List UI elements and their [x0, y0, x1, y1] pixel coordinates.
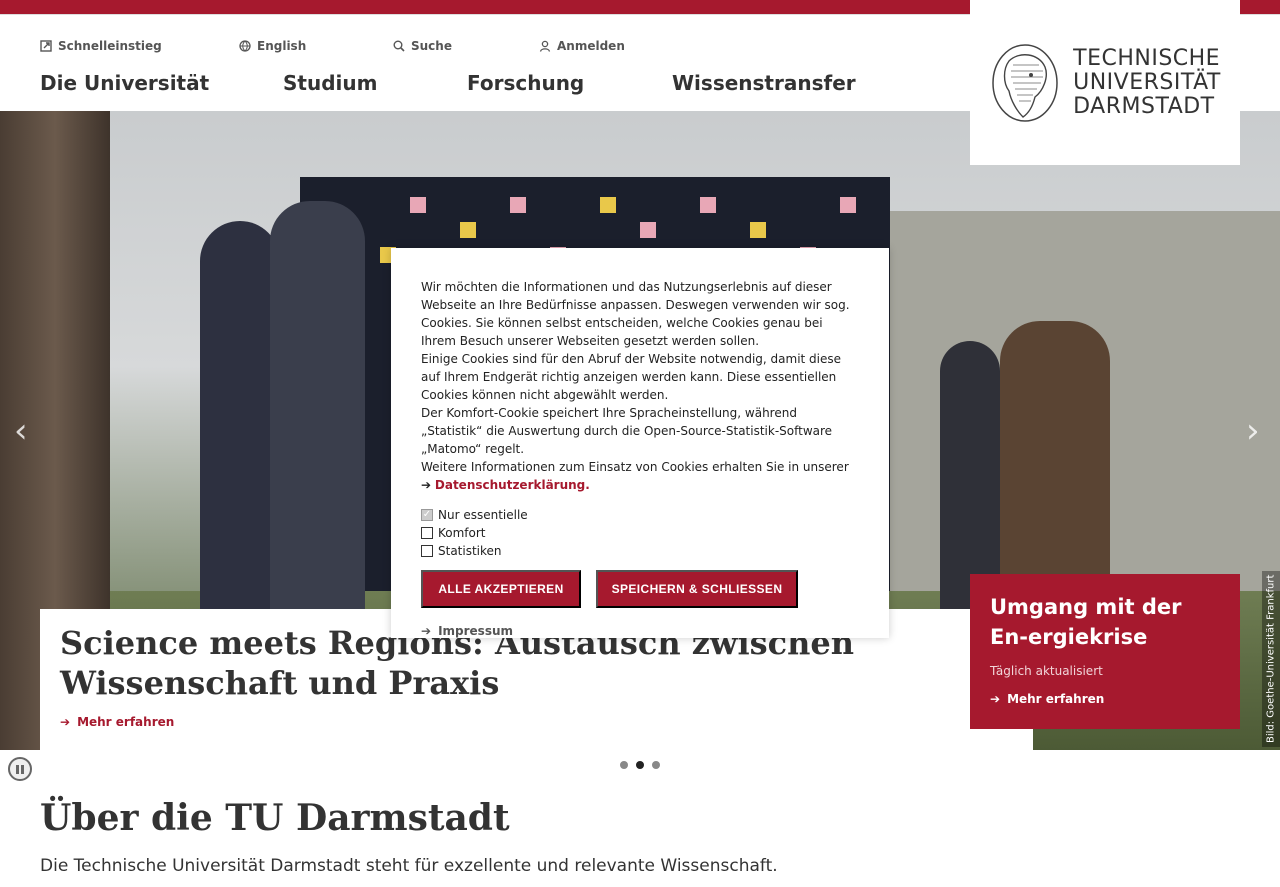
arrow-right-icon: ➔ — [990, 692, 1001, 706]
slide-more-link[interactable]: ➔ Mehr erfahren — [60, 715, 1013, 729]
search-link[interactable]: Suche — [393, 39, 452, 53]
top-accent-bar — [0, 0, 970, 14]
slider-dot[interactable] — [620, 761, 628, 769]
logo-line: DARMSTADT — [1073, 93, 1215, 119]
external-link-icon — [40, 40, 52, 52]
checkbox-essential: ✓ — [421, 509, 433, 521]
cookie-text: Wir möchten die Informationen und das Nu… — [421, 278, 859, 494]
globe-icon — [239, 40, 251, 52]
hero-image-person — [200, 221, 280, 621]
checkbox-statistics[interactable] — [421, 545, 433, 557]
promo-more-link[interactable]: ➔ Mehr erfahren — [990, 692, 1220, 706]
logo-line: UNIVERSITÄT — [1073, 69, 1221, 95]
photo-credit: Bild: Goethe-Universität Frankfurt — [1262, 571, 1280, 747]
promo-title: Umgang mit der En-ergiekrise — [990, 595, 1182, 649]
arrow-right-icon: ➔ — [421, 624, 432, 638]
cookie-buttons: ALLE AKZEPTIEREN SPEICHERN & SCHLIESSEN — [421, 570, 859, 608]
athena-head-icon — [992, 43, 1058, 122]
imprint-link[interactable]: ➔ Impressum — [421, 624, 859, 638]
about-heading: Über die TU Darmstadt — [40, 797, 510, 839]
arrow-right-icon: ➔ — [60, 715, 71, 729]
nav-item-knowledge-transfer[interactable]: Wissenstransfer — [672, 71, 856, 95]
option-comfort-label: Komfort — [438, 526, 486, 540]
option-essential: ✓ Nur essentielle — [421, 506, 859, 524]
nav-item-university[interactable]: Die Universität — [40, 71, 209, 95]
option-statistics-label: Statistiken — [438, 544, 502, 558]
cookie-options: ✓ Nur essentielle Komfort Statistiken — [421, 506, 859, 560]
logo-line: TECHNISCHE — [1073, 45, 1221, 71]
search-icon — [393, 40, 405, 52]
university-logo[interactable]: TECHNISCHE UNIVERSITÄT DARMSTADT — [970, 0, 1240, 165]
cookie-paragraph: Wir möchten die Informationen und das Nu… — [421, 280, 850, 348]
quick-access-link[interactable]: Schnelleinstieg — [40, 39, 162, 53]
language-label: English — [257, 39, 307, 53]
cookie-paragraph: Einige Cookies sind für den Abruf der We… — [421, 352, 842, 402]
quick-access-label: Schnelleinstieg — [58, 39, 162, 53]
nav-item-study[interactable]: Studium — [283, 71, 377, 95]
imprint-label: Impressum — [438, 624, 514, 638]
slider-pause-button[interactable] — [8, 757, 32, 781]
slide-more-label: Mehr erfahren — [77, 715, 175, 729]
login-label: Anmelden — [557, 39, 625, 53]
login-link[interactable]: Anmelden — [539, 39, 625, 53]
privacy-policy-link[interactable]: Datenschutzerklärung. — [435, 478, 590, 492]
search-label: Suche — [411, 39, 452, 53]
about-text: Die Technische Universität Darmstadt ste… — [40, 856, 778, 876]
cookie-consent-dialog: Wir möchten die Informationen und das Nu… — [391, 248, 889, 638]
slider-dot[interactable] — [652, 761, 660, 769]
top-accent-bar-right — [1240, 0, 1280, 14]
option-essential-label: Nur essentielle — [438, 508, 528, 522]
accept-all-button[interactable]: ALLE AKZEPTIEREN — [421, 570, 581, 608]
slider-next-arrow[interactable]: › — [1246, 411, 1260, 451]
hero-image-person — [270, 201, 365, 621]
pause-icon — [21, 764, 24, 774]
promo-subtitle: Täglich aktualisiert — [990, 664, 1103, 678]
cookie-paragraph: Der Komfort-Cookie speichert Ihre Sprach… — [421, 406, 833, 456]
checkbox-comfort[interactable] — [421, 527, 433, 539]
cookie-paragraph: Weitere Informationen zum Einsatz von Co… — [421, 458, 859, 494]
nav-item-research[interactable]: Forschung — [467, 71, 584, 95]
logo-wordmark: TECHNISCHE UNIVERSITÄT DARMSTADT — [1073, 45, 1221, 119]
promo-more-label: Mehr erfahren — [1007, 692, 1105, 706]
save-close-button[interactable]: SPEICHERN & SCHLIESSEN — [596, 570, 798, 608]
user-icon — [539, 40, 551, 52]
promo-box[interactable]: Umgang mit der En-ergiekrise Täglich akt… — [970, 574, 1240, 729]
slider-pagination — [620, 761, 660, 769]
slider-prev-arrow[interactable]: ‹ — [14, 411, 28, 451]
pause-icon — [16, 764, 19, 774]
option-comfort[interactable]: Komfort — [421, 524, 859, 542]
slider-dot-active[interactable] — [636, 761, 644, 769]
option-statistics[interactable]: Statistiken — [421, 542, 859, 560]
language-link[interactable]: English — [239, 39, 306, 53]
